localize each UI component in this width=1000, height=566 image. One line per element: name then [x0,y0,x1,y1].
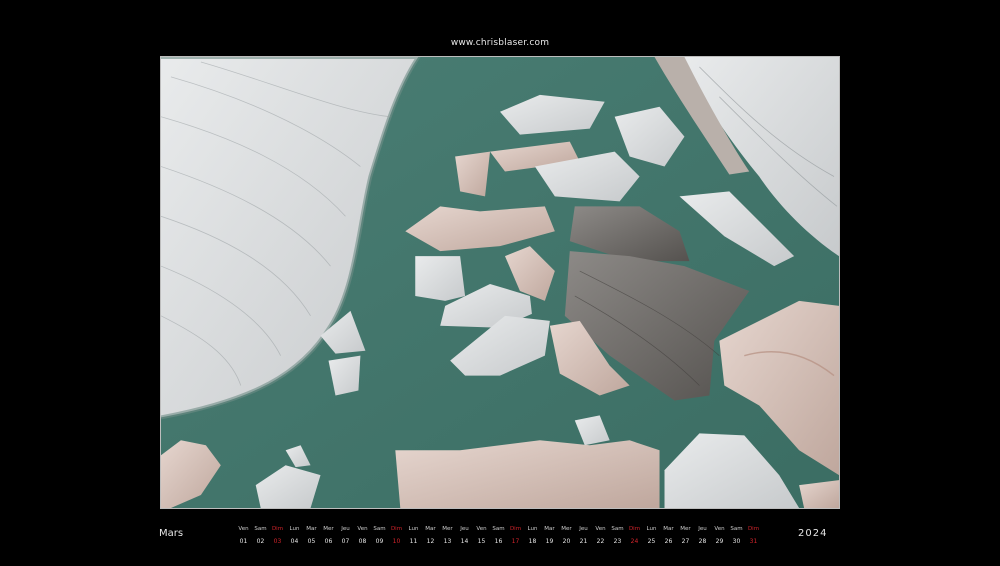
weekday-label: Sam [492,526,505,532]
day-number: 24 [630,538,639,545]
weekday-label: Lun [646,526,657,532]
calendar-day: Jeu 07 [337,525,354,546]
weekday-label: Dim [271,526,284,532]
calendar-day: Ven 22 [592,525,609,546]
calendar-day: Ven 15 [473,525,490,546]
calendar-day: Dim 17 [507,525,524,546]
calendar-day: Dim 31 [745,525,762,546]
weekday-label: Mer [442,526,453,532]
calendar-day: Sam 09 [371,525,388,546]
day-number: 14 [460,538,469,545]
day-number: 30 [732,538,741,545]
weekday-label: Dim [747,526,760,532]
photo-illustration [161,57,839,508]
calendar-day: Lun 11 [405,525,422,546]
day-number: 18 [528,538,537,545]
day-number: 20 [562,538,571,545]
weekday-label: Sam [611,526,624,532]
weekday-label: Mer [680,526,691,532]
weekday-label: Mer [561,526,572,532]
day-strip: Ven 01 Sam 02 Dim 03 Lun 04 Mar 05 Mer 06 Jeu 07 Ven 08… [235,525,762,546]
glacier-aerial-photo [160,56,840,509]
calendar-day: Dim 10 [388,525,405,546]
calendar-day: Sam 23 [609,525,626,546]
day-number: 08 [358,538,367,545]
calendar-day: Mar 19 [541,525,558,546]
weekday-label: Dim [509,526,522,532]
weekday-label: Sam [373,526,386,532]
calendar-day: Jeu 14 [456,525,473,546]
day-number: 13 [443,538,452,545]
calendar-day: Lun 25 [643,525,660,546]
weekday-label: Mar [663,526,674,532]
month-label: Mars [159,528,184,539]
weekday-label: Jeu [698,526,707,532]
weekday-label: Lun [408,526,419,532]
weekday-label: Ven [476,526,487,532]
calendar-day: Mer 27 [677,525,694,546]
day-number: 22 [596,538,605,545]
calendar-day: Mar 26 [660,525,677,546]
weekday-label: Lun [289,526,300,532]
day-number: 01 [239,538,248,545]
weekday-label: Mar [544,526,555,532]
day-number: 15 [477,538,486,545]
website-url: www.chrisblaser.com [450,38,550,48]
day-number: 05 [307,538,316,545]
weekday-label: Mar [425,526,436,532]
day-number: 16 [494,538,503,545]
day-number: 29 [715,538,724,545]
day-number: 03 [273,538,282,545]
calendar-day: Mar 05 [303,525,320,546]
calendar-day: Jeu 21 [575,525,592,546]
calendar-day: Lun 04 [286,525,303,546]
day-number: 26 [664,538,673,545]
day-number: 19 [545,538,554,545]
weekday-label: Ven [357,526,368,532]
calendar-day: Mer 06 [320,525,337,546]
weekday-label: Ven [595,526,606,532]
day-number: 25 [647,538,656,545]
day-number: 28 [698,538,707,545]
weekday-label: Jeu [460,526,469,532]
weekday-label: Mar [306,526,317,532]
calendar-day: Mar 12 [422,525,439,546]
day-number: 31 [749,538,758,545]
calendar-day: Ven 01 [235,525,252,546]
day-number: 12 [426,538,435,545]
day-number: 02 [256,538,265,545]
day-number: 06 [324,538,333,545]
day-number: 17 [511,538,520,545]
day-number: 10 [392,538,401,545]
weekday-label: Ven [238,526,249,532]
calendar-day: Sam 16 [490,525,507,546]
year-label: 2024 [798,528,828,539]
weekday-label: Ven [714,526,725,532]
day-number: 11 [409,538,418,545]
day-number: 23 [613,538,622,545]
day-number: 21 [579,538,588,545]
weekday-label: Mer [323,526,334,532]
calendar-day: Ven 08 [354,525,371,546]
weekday-label: Lun [527,526,538,532]
weekday-label: Dim [390,526,403,532]
calendar-day: Mer 13 [439,525,456,546]
day-number: 04 [290,538,299,545]
weekday-label: Jeu [579,526,588,532]
calendar-day: Dim 24 [626,525,643,546]
weekday-label: Jeu [341,526,350,532]
day-number: 27 [681,538,690,545]
weekday-label: Dim [628,526,641,532]
weekday-label: Sam [254,526,267,532]
day-number: 09 [375,538,384,545]
calendar-day: Jeu 28 [694,525,711,546]
calendar-day: Mer 20 [558,525,575,546]
calendar-day: Lun 18 [524,525,541,546]
calendar-day: Dim 03 [269,525,286,546]
weekday-label: Sam [730,526,743,532]
calendar-day: Sam 30 [728,525,745,546]
calendar-day: Ven 29 [711,525,728,546]
day-number: 07 [341,538,350,545]
calendar-day: Sam 02 [252,525,269,546]
